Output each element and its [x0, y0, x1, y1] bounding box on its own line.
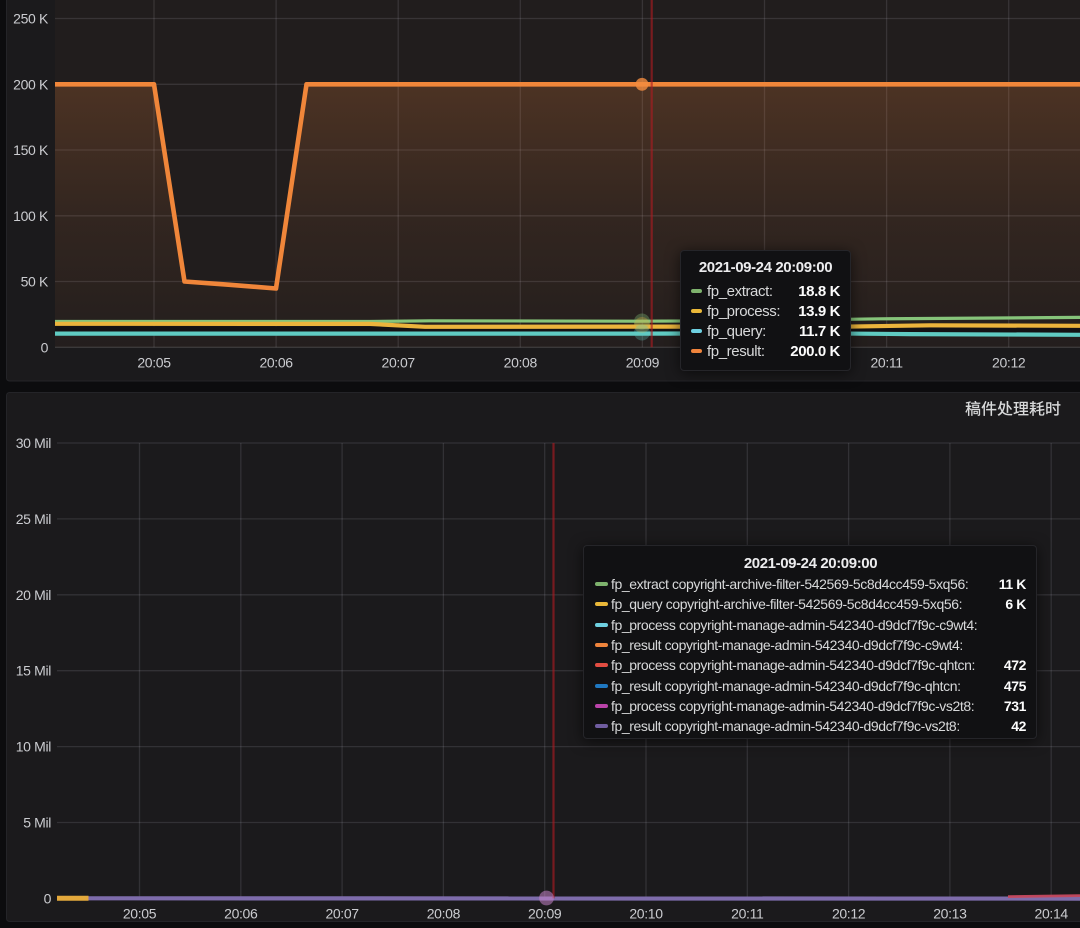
svg-text:20:06: 20:06 [259, 355, 293, 371]
svg-text:20:11: 20:11 [870, 355, 903, 371]
svg-text:20:07: 20:07 [325, 906, 359, 922]
svg-text:20:09: 20:09 [626, 355, 660, 371]
svg-text:20:12: 20:12 [832, 906, 866, 922]
svg-text:20:10: 20:10 [629, 906, 663, 922]
svg-text:30 Mil: 30 Mil [16, 435, 51, 451]
svg-text:20:05: 20:05 [123, 906, 157, 922]
svg-text:20:05: 20:05 [137, 355, 171, 371]
svg-text:0: 0 [41, 339, 49, 355]
svg-text:0: 0 [44, 890, 52, 906]
svg-text:20:11: 20:11 [731, 906, 764, 922]
svg-text:150 K: 150 K [13, 142, 49, 158]
svg-text:20:13: 20:13 [933, 906, 967, 922]
svg-text:20:09: 20:09 [528, 906, 562, 922]
svg-text:15 Mil: 15 Mil [16, 663, 51, 679]
svg-text:20 Mil: 20 Mil [16, 587, 51, 603]
svg-text:20:07: 20:07 [382, 355, 416, 371]
svg-text:50 K: 50 K [21, 274, 49, 290]
svg-text:200 K: 200 K [13, 76, 49, 92]
svg-text:20:08: 20:08 [504, 355, 538, 371]
svg-text:20:06: 20:06 [224, 906, 258, 922]
svg-text:10 Mil: 10 Mil [16, 739, 51, 755]
svg-text:250 K: 250 K [13, 11, 49, 27]
svg-text:20:14: 20:14 [1035, 906, 1069, 922]
svg-text:20:08: 20:08 [427, 906, 461, 922]
svg-text:5 Mil: 5 Mil [23, 815, 51, 831]
svg-text:20:12: 20:12 [992, 355, 1026, 371]
svg-text:100 K: 100 K [13, 208, 49, 224]
svg-text:25 Mil: 25 Mil [16, 511, 51, 527]
